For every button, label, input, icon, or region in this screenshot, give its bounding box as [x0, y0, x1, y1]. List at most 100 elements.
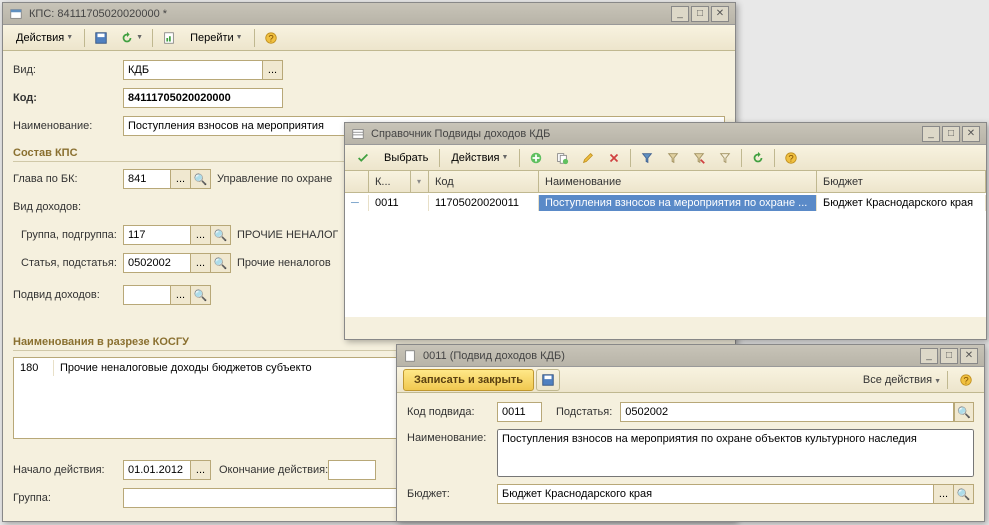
toolbar: Выбрать Действия▼ ? [345, 145, 986, 171]
kod-podvida-input[interactable] [497, 402, 542, 422]
titlebar[interactable]: КПС: 84111705020020000 * _ □ ✕ [3, 3, 735, 25]
podstatya-input[interactable] [620, 402, 954, 422]
select-button[interactable]: Выбрать [377, 148, 435, 168]
budget-label: Бюджет: [407, 488, 497, 500]
col-indicator[interactable] [345, 171, 369, 192]
help-icon[interactable]: ? [954, 370, 978, 390]
statya-input[interactable] [123, 253, 191, 273]
vid-input[interactable] [123, 60, 263, 80]
budget-search-button[interactable]: 🔍 [954, 484, 974, 504]
goto-menu[interactable]: Перейти▼ [183, 28, 250, 48]
glava-search-button[interactable]: 🔍 [191, 169, 211, 189]
chevron-down-icon: ▼ [66, 34, 73, 41]
kod-podvida-label: Код подвида: [407, 406, 497, 418]
save-icon[interactable] [89, 28, 113, 48]
col-naim[interactable]: Наименование [539, 171, 817, 192]
copy-icon[interactable] [550, 148, 574, 168]
minimize-button[interactable]: _ [920, 348, 938, 364]
filter1-icon[interactable] [635, 148, 659, 168]
minimize-button[interactable]: _ [922, 126, 940, 142]
col-budget[interactable]: Бюджет [817, 171, 986, 192]
table-row[interactable]: ─ 0011 11705020020011 Поступления взносо… [345, 193, 986, 213]
window-icon [9, 7, 23, 21]
glava-label: Глава по БК: [13, 173, 123, 185]
nachalo-ellipsis-button[interactable]: ... [191, 460, 211, 480]
svg-text:?: ? [789, 153, 794, 164]
vid-label: Вид: [13, 64, 123, 76]
podstatya-search-button[interactable]: 🔍 [954, 402, 974, 422]
filter-reset-icon[interactable] [713, 148, 737, 168]
naim-textarea[interactable] [497, 429, 974, 477]
actions-menu[interactable]: Действия▼ [444, 148, 515, 168]
row-naim-cell: Поступления взносов на мероприятия по ох… [539, 195, 817, 211]
refresh-icon[interactable] [746, 148, 770, 168]
svg-text:?: ? [963, 375, 968, 386]
detail-window: 0011 (Подвид доходов КДБ) _ □ ✕ Записать… [396, 344, 985, 522]
window-title: Справочник Подвиды доходов КДБ [371, 128, 922, 140]
maximize-button[interactable]: □ [940, 348, 958, 364]
okonch-label: Окончание действия: [219, 464, 328, 476]
vid-ellipsis-button[interactable]: ... [263, 60, 283, 80]
col-k[interactable]: К... [369, 171, 411, 192]
glava-input[interactable] [123, 169, 171, 189]
titlebar[interactable]: 0011 (Подвид доходов КДБ) _ □ ✕ [397, 345, 984, 367]
refresh-icon[interactable]: ▼ [115, 28, 148, 48]
col-kod[interactable]: Код [429, 171, 539, 192]
filter3-icon[interactable] [687, 148, 711, 168]
report-icon[interactable] [157, 28, 181, 48]
maximize-button[interactable]: □ [691, 6, 709, 22]
help-icon[interactable]: ? [259, 28, 283, 48]
podvid-input[interactable] [123, 285, 171, 305]
close-button[interactable]: ✕ [711, 6, 729, 22]
statya-ellipsis-button[interactable]: ... [191, 253, 211, 273]
select-icon[interactable] [351, 148, 375, 168]
minimize-button[interactable]: _ [671, 6, 689, 22]
all-actions-menu[interactable]: Все действия▼ [863, 374, 941, 386]
okonch-input[interactable] [328, 460, 376, 480]
chevron-down-icon: ▼ [136, 34, 143, 41]
chevron-down-icon: ▼ [236, 34, 243, 41]
close-button[interactable]: ✕ [960, 348, 978, 364]
naim-label: Наименование: [13, 120, 123, 132]
search-icon: 🔍 [194, 173, 208, 186]
gruppa-desc: ПРОЧИЕ НЕНАЛОГ [237, 229, 338, 241]
kod-input[interactable] [123, 88, 283, 108]
close-button[interactable]: ✕ [962, 126, 980, 142]
viddoh-label: Вид доходов: [13, 201, 123, 213]
save-and-close-button[interactable]: Записать и закрыть [403, 369, 534, 391]
row-indicator-icon: ─ [345, 195, 369, 211]
glava-ellipsis-button[interactable]: ... [171, 169, 191, 189]
toolbar: Записать и закрыть Все действия▼ ? [397, 367, 984, 393]
maximize-button[interactable]: □ [942, 126, 960, 142]
statya-search-button[interactable]: 🔍 [211, 253, 231, 273]
toolbar: Действия▼ ▼ Перейти▼ ? [3, 25, 735, 51]
row-budget-cell: Бюджет Краснодарского края [817, 195, 986, 211]
delete-icon[interactable] [602, 148, 626, 168]
nachalo-input[interactable] [123, 460, 191, 480]
budget-ellipsis-button[interactable]: ... [934, 484, 954, 504]
window-icon [403, 349, 417, 363]
search-icon: 🔍 [194, 289, 208, 302]
svg-text:?: ? [268, 33, 273, 44]
col-sort-icon[interactable]: ▾ [411, 171, 429, 192]
actions-menu[interactable]: Действия▼ [9, 28, 80, 48]
filter2-icon[interactable] [661, 148, 685, 168]
search-icon: 🔍 [214, 229, 228, 242]
podvid-ellipsis-button[interactable]: ... [171, 285, 191, 305]
titlebar[interactable]: Справочник Подвиды доходов КДБ _ □ ✕ [345, 123, 986, 145]
kod-label: Код: [13, 92, 123, 104]
add-icon[interactable] [524, 148, 548, 168]
save-button[interactable] [536, 369, 560, 391]
gruppa-input[interactable] [123, 225, 191, 245]
edit-icon[interactable] [576, 148, 600, 168]
help-icon[interactable]: ? [779, 148, 803, 168]
gruppa-ellipsis-button[interactable]: ... [191, 225, 211, 245]
statya-desc: Прочие неналогов [237, 257, 331, 269]
budget-input[interactable] [497, 484, 934, 504]
window-title: 0011 (Подвид доходов КДБ) [423, 350, 920, 362]
reference-window: Справочник Подвиды доходов КДБ _ □ ✕ Выб… [344, 122, 987, 340]
gruppa-search-button[interactable]: 🔍 [211, 225, 231, 245]
row-k-cell: 0011 [369, 195, 429, 211]
podvid-search-button[interactable]: 🔍 [191, 285, 211, 305]
reference-table: К... ▾ Код Наименование Бюджет ─ 0011 11… [345, 171, 986, 317]
